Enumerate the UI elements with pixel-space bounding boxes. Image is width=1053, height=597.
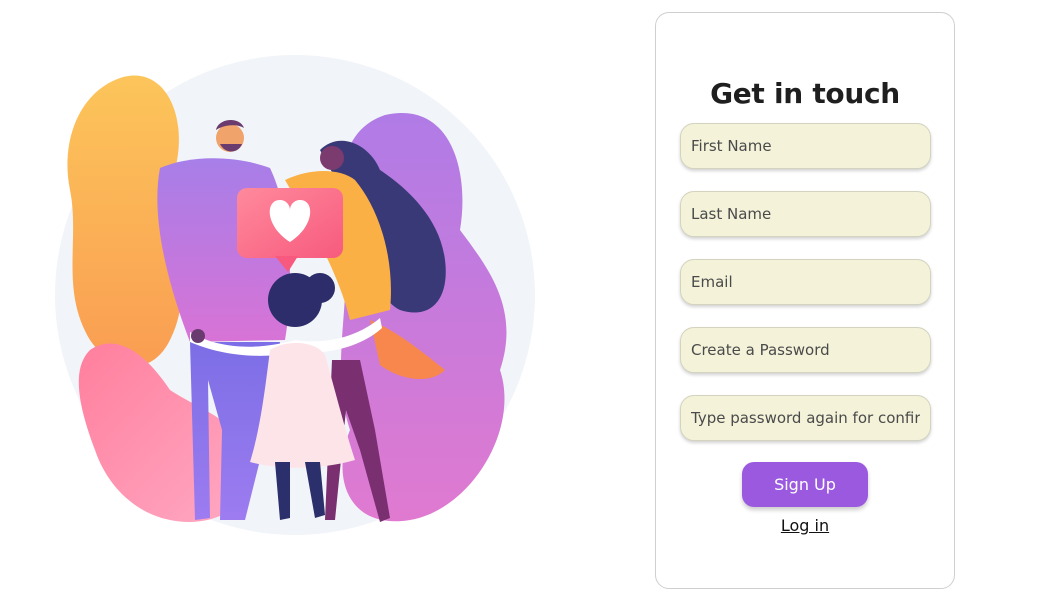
signup-card: Get in touch Sign Up Log in bbox=[655, 12, 955, 589]
family-illustration bbox=[55, 55, 535, 535]
child-hair-puff bbox=[305, 273, 335, 303]
child-hand bbox=[191, 329, 205, 343]
first-name-input[interactable] bbox=[680, 123, 931, 169]
woman-head bbox=[320, 146, 344, 170]
sign-up-button[interactable]: Sign Up bbox=[742, 462, 868, 507]
last-name-input[interactable] bbox=[680, 191, 931, 237]
form-title: Get in touch bbox=[710, 77, 900, 110]
confirm-password-input[interactable] bbox=[680, 395, 931, 441]
password-input[interactable] bbox=[680, 327, 931, 373]
email-input[interactable] bbox=[680, 259, 931, 305]
log-in-link[interactable]: Log in bbox=[656, 516, 954, 535]
